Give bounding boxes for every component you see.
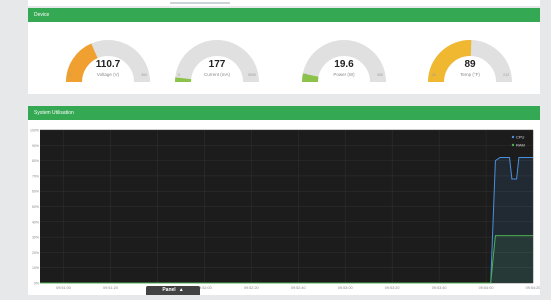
temp-gauge-arc [421, 26, 519, 86]
power-gauge-arc [295, 26, 393, 86]
voltage-min: 0 [69, 73, 71, 77]
legend-label-cpu: CPU [516, 135, 525, 140]
current-gauge: 177 Current (mA) 0 5000 [168, 26, 266, 96]
device-panel: Device 110.7 Voltage (V) 0 300 177 Curre… [28, 8, 540, 94]
legend-label-ram: RAM [516, 143, 525, 148]
current-value: 177 [168, 59, 266, 70]
power-min: 0 [305, 73, 307, 77]
y-tick-label: 20% [32, 251, 39, 255]
top-strip [28, 0, 540, 6]
x-tick-label: 09:52:20 [244, 286, 259, 290]
y-tick-label: 70% [32, 174, 39, 178]
temp-value: 89 [421, 59, 519, 70]
y-tick-label: 90% [32, 144, 39, 148]
voltage-value: 110.7 [59, 59, 157, 70]
x-tick-label: 09:51:00 [56, 286, 71, 290]
x-tick-label: 09:53:20 [385, 286, 400, 290]
voltage-gauge-arc [59, 26, 157, 86]
y-tick-label: 0% [34, 282, 39, 286]
y-tick-label: 80% [32, 159, 39, 163]
panel-tab-label: Panel [162, 287, 175, 293]
power-gauge: 19.6 Power (W) 0 300 [295, 26, 393, 96]
gauges-row: 110.7 Voltage (V) 0 300 177 Current (mA)… [28, 22, 540, 94]
voltage-gauge: 110.7 Voltage (V) 0 300 [59, 26, 157, 96]
current-gauge-arc [168, 26, 266, 86]
y-tick-label: 100% [30, 129, 39, 133]
legend-dot-ram [512, 144, 514, 146]
utilisation-chart: 0% 10% 20% 30% 40% 50% 60% 70% 80% 90% 100% 09:51:0… [28, 120, 540, 295]
panel-tab-button[interactable]: Panel ▲ [146, 286, 200, 295]
power-max: 300 [377, 73, 383, 77]
y-tick-label: 50% [32, 205, 39, 209]
chevron-up-icon: ▲ [179, 287, 184, 293]
y-tick-label: 10% [32, 266, 39, 270]
utilisation-panel: System Utilisation 0% 10% 20% 30% 40% 50% 60% 7… [28, 106, 540, 295]
voltage-max: 300 [141, 73, 147, 77]
y-tick-label: 60% [32, 190, 39, 194]
temp-max: 212 [503, 73, 509, 77]
x-tick-label: 09:54:00 [479, 286, 494, 290]
x-tick-label: 09:54:20 [526, 286, 540, 290]
y-tick-label: 30% [32, 236, 39, 240]
temp-gauge: 89 Temp (°F) -40 212 [421, 26, 519, 96]
x-tick-label: 09:53:40 [432, 286, 447, 290]
power-value: 19.6 [295, 59, 393, 70]
current-max: 5000 [248, 73, 256, 77]
device-panel-title: Device [28, 8, 540, 22]
current-min: 0 [178, 73, 180, 77]
y-tick-label: 40% [32, 220, 39, 224]
x-tick-label: 09:51:20 [103, 286, 118, 290]
legend-dot-cpu [512, 136, 514, 138]
x-tick-label: 09:52:40 [291, 286, 306, 290]
temp-min: -40 [431, 73, 436, 77]
top-divider [170, 2, 230, 4]
utilisation-panel-title: System Utilisation [28, 106, 540, 120]
x-tick-label: 09:53:00 [338, 286, 353, 290]
utilisation-chart-container: 0% 10% 20% 30% 40% 50% 60% 70% 80% 90% 100% 09:51:0… [28, 120, 540, 295]
